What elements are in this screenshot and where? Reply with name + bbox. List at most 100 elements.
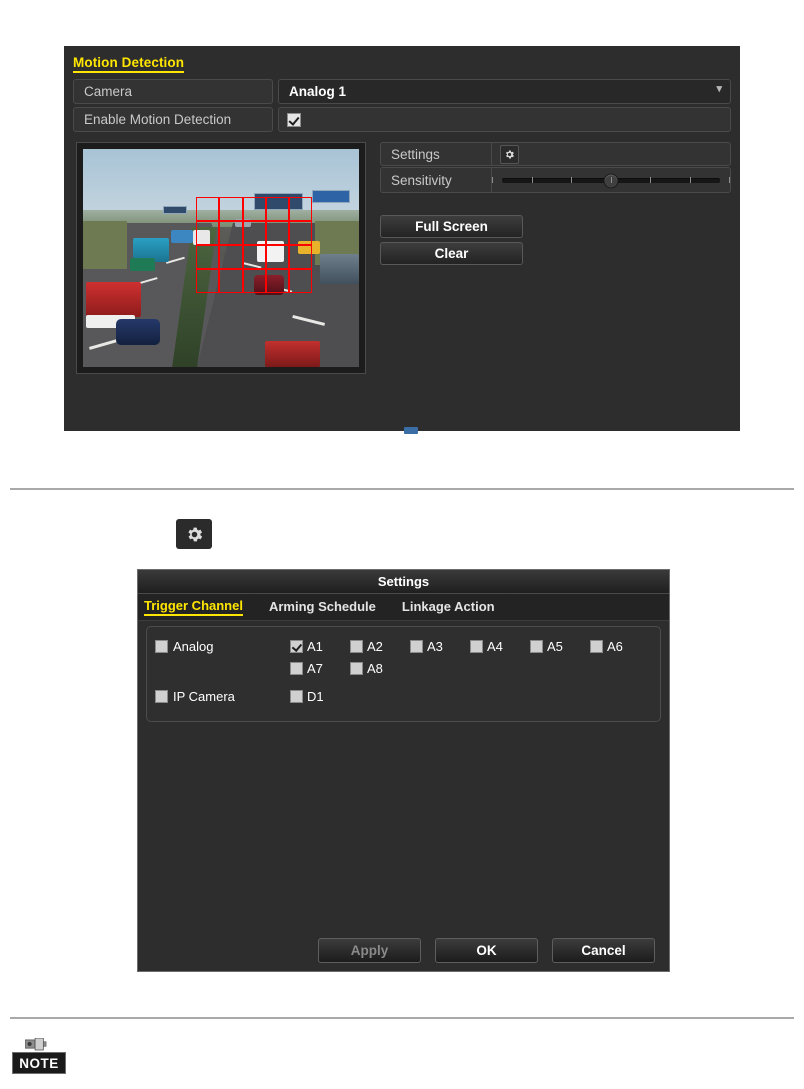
scene-vehicle xyxy=(320,253,359,285)
chevron-down-icon: ▾ xyxy=(716,83,722,95)
camera-icon xyxy=(25,1038,47,1051)
analog-group-label: Analog xyxy=(173,639,214,654)
channel-a7[interactable]: A7 xyxy=(290,661,350,676)
ok-button[interactable]: OK xyxy=(435,938,538,963)
motion-grid-cell[interactable] xyxy=(242,220,266,245)
tab-arming-schedule[interactable]: Arming Schedule xyxy=(269,599,376,615)
ip-camera-group-row: IP Camera D1 xyxy=(155,689,660,711)
clear-button[interactable]: Clear xyxy=(380,242,523,265)
motion-detection-grid-overlay[interactable] xyxy=(196,196,313,293)
channel-a8[interactable]: A8 xyxy=(350,661,410,676)
channel-a8-label: A8 xyxy=(367,661,383,676)
video-preview-image[interactable] xyxy=(83,149,359,367)
sensitivity-label: Sensitivity xyxy=(391,172,452,188)
scene-vehicle xyxy=(265,340,321,367)
motion-grid-cell[interactable] xyxy=(265,196,289,221)
channel-a7-checkbox[interactable] xyxy=(290,662,303,675)
motion-grid-cell[interactable] xyxy=(196,196,220,221)
settings-dialog: Settings Trigger Channel Arming Schedule… xyxy=(137,569,670,972)
apply-button[interactable]: Apply xyxy=(318,938,421,963)
page-root: Motion Detection Camera Analog 1 ▾ Enabl… xyxy=(0,0,804,1089)
full-screen-button[interactable]: Full Screen xyxy=(380,215,523,238)
settings-gear-icon-callout xyxy=(176,519,212,549)
motion-grid-cell[interactable] xyxy=(219,268,243,293)
video-preview-frame xyxy=(76,142,366,374)
motion-grid-cell[interactable] xyxy=(288,244,313,269)
channel-a2-checkbox[interactable] xyxy=(350,640,363,653)
channel-a4-checkbox[interactable] xyxy=(470,640,483,653)
channel-a8-checkbox[interactable] xyxy=(350,662,363,675)
channel-a3[interactable]: A3 xyxy=(410,639,470,654)
analog-group-checkbox[interactable] xyxy=(155,640,168,653)
channel-d1-label: D1 xyxy=(307,689,324,704)
channel-a5-label: A5 xyxy=(547,639,563,654)
enable-motion-detection-label: Enable Motion Detection xyxy=(73,107,273,132)
settings-body xyxy=(491,143,730,165)
gear-icon[interactable] xyxy=(500,144,519,164)
channel-a6-checkbox[interactable] xyxy=(590,640,603,653)
motion-grid-cell[interactable] xyxy=(265,244,289,269)
channel-a1-label: A1 xyxy=(307,639,323,654)
scene-billboard xyxy=(163,205,188,215)
trigger-channel-content: Analog A1 A2 A3 A4 A5 A6 A7 A8 IP Camera… xyxy=(146,626,661,722)
analog-channel-grid: A1 A2 A3 A4 A5 A6 A7 A8 xyxy=(290,639,650,683)
tab-linkage-action[interactable]: Linkage Action xyxy=(402,599,495,615)
ip-camera-group-toggle[interactable]: IP Camera xyxy=(155,689,290,704)
motion-grid-cell[interactable] xyxy=(265,268,289,293)
cut-off-widget xyxy=(404,427,418,434)
scene-vehicle xyxy=(171,229,194,243)
motion-grid-cell[interactable] xyxy=(288,220,313,245)
channel-a5-checkbox[interactable] xyxy=(530,640,543,653)
sensitivity-slider[interactable] xyxy=(491,168,730,192)
motion-grid-cell[interactable] xyxy=(242,244,266,269)
channel-a4[interactable]: A4 xyxy=(470,639,530,654)
sensitivity-slider-ticks xyxy=(492,177,730,183)
motion-grid-cell[interactable] xyxy=(196,220,220,245)
motion-grid-cell[interactable] xyxy=(288,268,313,293)
channel-d1-checkbox[interactable] xyxy=(290,690,303,703)
note-badge: NOTE xyxy=(12,1052,66,1074)
camera-select-value: Analog 1 xyxy=(289,84,347,99)
motion-grid-cell[interactable] xyxy=(196,244,220,269)
motion-grid-cell[interactable] xyxy=(196,268,220,293)
scene-billboard xyxy=(312,190,350,204)
motion-grid-cell[interactable] xyxy=(219,244,243,269)
channel-a3-checkbox[interactable] xyxy=(410,640,423,653)
motion-grid-cell[interactable] xyxy=(219,196,243,221)
camera-select[interactable]: Analog 1 ▾ xyxy=(278,79,731,104)
settings-row: Settings xyxy=(380,142,731,166)
motion-grid-cell[interactable] xyxy=(265,220,289,245)
channel-a6[interactable]: A6 xyxy=(590,639,650,654)
enable-motion-detection-checkbox-area[interactable] xyxy=(278,107,731,132)
analog-group-toggle[interactable]: Analog xyxy=(155,639,290,654)
motion-grid-cell[interactable] xyxy=(242,268,266,293)
scene-vehicle xyxy=(116,319,161,346)
scene-vehicle xyxy=(85,281,141,317)
settings-dialog-footer: Apply OK Cancel xyxy=(138,938,669,963)
motion-grid-cell[interactable] xyxy=(219,220,243,245)
tab-trigger-channel[interactable]: Trigger Channel xyxy=(144,598,243,616)
channel-d1[interactable]: D1 xyxy=(290,689,350,704)
motion-grid-cell[interactable] xyxy=(288,196,313,221)
section-divider-bottom xyxy=(10,1017,794,1019)
scene-vehicle xyxy=(129,258,155,272)
camera-row: Camera Analog 1 ▾ xyxy=(73,79,731,104)
motion-grid-cell[interactable] xyxy=(242,196,266,221)
sensitivity-row: Sensitivity xyxy=(380,167,731,193)
analog-group-row: Analog A1 A2 A3 A4 A5 A6 A7 A8 xyxy=(155,639,660,683)
page-title: Motion Detection xyxy=(73,55,185,73)
settings-dialog-tabs: Trigger Channel Arming Schedule Linkage … xyxy=(138,594,669,621)
settings-label: Settings xyxy=(391,146,440,162)
channel-a2-label: A2 xyxy=(367,639,383,654)
ip-camera-group-checkbox[interactable] xyxy=(155,690,168,703)
channel-a2[interactable]: A2 xyxy=(350,639,410,654)
channel-a1[interactable]: A1 xyxy=(290,639,350,654)
channel-a7-label: A7 xyxy=(307,661,323,676)
enable-motion-detection-checkbox[interactable] xyxy=(287,112,301,127)
settings-dialog-title: Settings xyxy=(138,570,669,594)
ip-camera-channel-grid: D1 xyxy=(290,689,650,711)
channel-a5[interactable]: A5 xyxy=(530,639,590,654)
cancel-button[interactable]: Cancel xyxy=(552,938,655,963)
camera-label: Camera xyxy=(73,79,273,104)
channel-a1-checkbox[interactable] xyxy=(290,640,303,653)
